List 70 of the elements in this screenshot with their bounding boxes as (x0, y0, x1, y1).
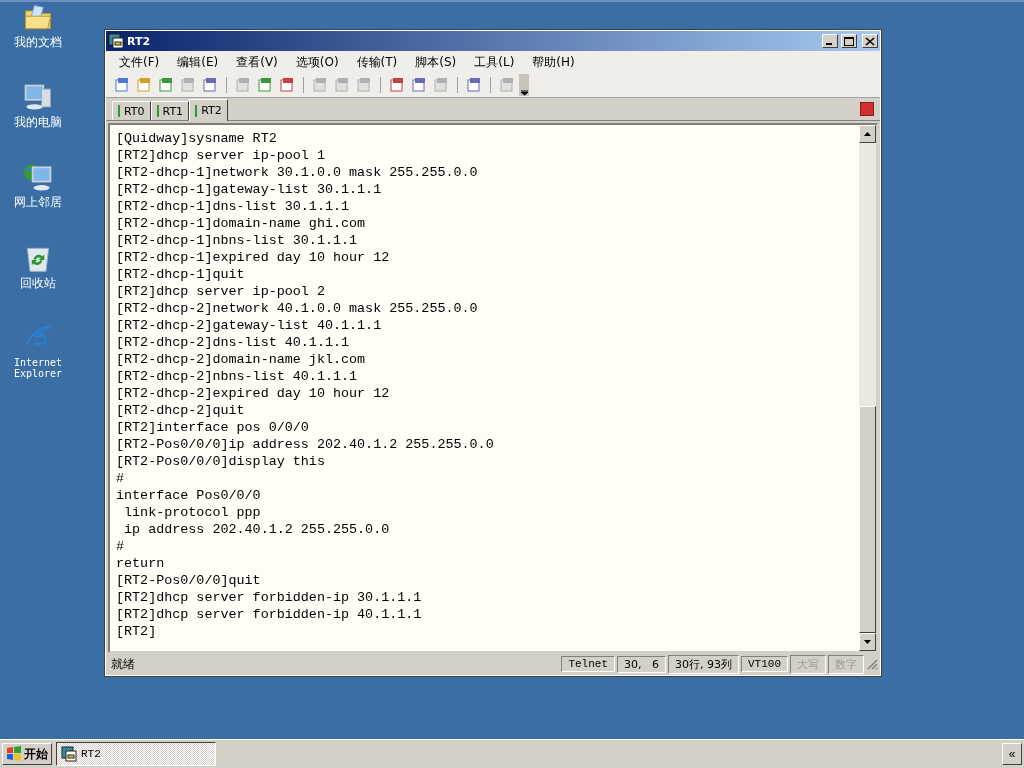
desktop-icon-label: 我的电脑 (13, 116, 63, 130)
menu-item[interactable]: 工具(L) (465, 53, 524, 71)
terminal-line: [RT2-dhcp-1]nbns-list 30.1.1.1 (116, 232, 359, 249)
desktop-icon-label: 回收站 (19, 276, 57, 290)
desktop-icon-label: 网上邻居 (13, 196, 63, 210)
terminal-line: [RT2-Pos0/0/0]display this (116, 453, 326, 470)
terminal-line: [RT2]dhcp server forbidden-ip 40.1.1.1 (116, 606, 423, 623)
terminal-line: # (116, 470, 126, 487)
terminal-line: [RT2-dhcp-1]domain-name ghi.com (116, 215, 367, 232)
minimize-button[interactable] (822, 34, 838, 48)
status-pane: 30, 6 (617, 655, 666, 673)
status-pane: 数字 (828, 654, 864, 674)
window-title: RT2 (127, 34, 152, 48)
status-pane: 30行, 93列 (668, 654, 739, 674)
status-message: 就绪 (111, 655, 136, 673)
taskbar-task[interactable]: RT2 (56, 742, 216, 766)
terminal-line: [RT2-dhcp-1]network 30.1.0.0 mask 255.255.0.0 (116, 164, 479, 181)
menu-item[interactable]: 文件(F) (110, 53, 169, 71)
toolbar-overflow-icon[interactable] (519, 74, 529, 96)
terminal-line: link-protocol ppp (123, 504, 262, 521)
close-button[interactable] (862, 34, 878, 48)
menu-item[interactable]: 选项(O) (286, 53, 348, 71)
terminal-line: ip address 202.40.1.2 255.255.0.0 (123, 521, 391, 538)
terminal-line: [RT2-dhcp-2]gateway-list 40.1.1.1 (116, 317, 383, 334)
menu-item[interactable]: 脚本(S) (406, 53, 466, 71)
scroll-down-icon (864, 640, 871, 644)
minimize-icon (825, 43, 832, 45)
scroll-up-icon (864, 132, 871, 136)
terminal-line: [RT2-dhcp-2]expired day 10 hour 12 (116, 385, 391, 402)
terminal-line: [RT2-dhcp-2]network 40.1.0.0 mask 255.255.0.0 (116, 300, 479, 317)
windows-flag-icon (6, 746, 22, 762)
terminal-line: [RT2-dhcp-2]nbns-list 40.1.1.1 (116, 368, 359, 385)
start-button[interactable]: 开始 (2, 743, 52, 765)
menu-item[interactable]: 查看(V) (227, 53, 287, 71)
scrollbar[interactable] (859, 125, 876, 651)
resize-grip-icon[interactable] (866, 658, 878, 670)
terminal-line: interface Pos0/0/0 (116, 487, 262, 504)
terminal-line: return (116, 555, 166, 572)
terminal-line: [RT2-dhcp-1]quit (116, 266, 246, 283)
app-icon (61, 746, 77, 762)
tray-expand-button[interactable]: « (1002, 743, 1022, 765)
terminal-line: [RT2-Pos0/0/0]ip address 202.40.1.2 255.255.0.0 (116, 436, 495, 453)
terminal-line: [RT2-dhcp-1]dns-list 30.1.1.1 (116, 198, 351, 215)
desktop-icon-label: 我的文档 (13, 36, 63, 50)
terminal-line: [RT2-dhcp-1]gateway-list 30.1.1.1 (116, 181, 383, 198)
close-icon (865, 36, 875, 46)
status-pane: VT100 (741, 656, 788, 672)
desktop-icon-label: Internet Explorer (12, 356, 64, 379)
terminal-line: [RT2]dhcp server ip-pool 1 (116, 147, 326, 164)
terminal-line: [RT2]dhcp server forbidden-ip 30.1.1.1 (116, 589, 423, 606)
menu-item[interactable]: 帮助(H) (523, 53, 584, 71)
session-tab[interactable]: RT2 (189, 99, 228, 121)
terminal-line: # (116, 538, 126, 555)
session-tab[interactable]: RT1 (150, 101, 190, 120)
app-icon (108, 33, 124, 49)
maximize-icon (844, 36, 854, 46)
status-pane: Telnet (561, 656, 615, 672)
terminal-line: [RT2]dhcp server ip-pool 2 (116, 283, 326, 300)
terminal-line: [RT2] (116, 623, 158, 640)
terminal-line: [RT2-dhcp-2]quit (116, 402, 246, 419)
terminal-line: [RT2]interface pos 0/0/0 (116, 419, 310, 436)
menu-item[interactable]: 编辑(E) (168, 53, 228, 71)
terminal-line: [RT2-dhcp-2]dns-list 40.1.1.1 (116, 334, 351, 351)
terminal-line: [RT2-dhcp-2]domain-name jkl.com (116, 351, 367, 368)
terminal-line: [Quidway]sysname RT2 (116, 130, 278, 147)
session-tab[interactable]: RT0 (112, 101, 151, 120)
terminal-line: [RT2-Pos0/0/0]quit (116, 572, 262, 589)
maximize-button[interactable] (841, 34, 857, 48)
menu-item[interactable]: 传输(T) (347, 53, 407, 71)
terminal-line: [RT2-dhcp-1]expired day 10 hour 12 (116, 249, 391, 266)
